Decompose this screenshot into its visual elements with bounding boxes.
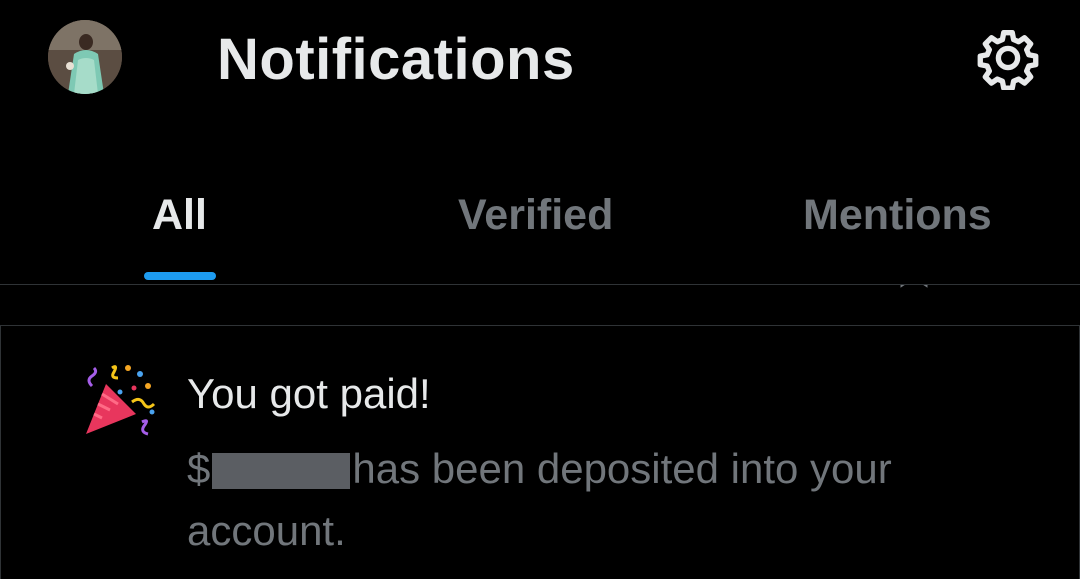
previous-post-actions: [0, 285, 1080, 325]
bookmark-icon: [900, 285, 928, 288]
active-tab-indicator: [144, 272, 216, 280]
notification-tabs: All Verified Mentions: [0, 170, 1080, 284]
left-border: [0, 326, 1, 579]
tab-all[interactable]: All: [152, 188, 207, 242]
party-popper-icon: [86, 365, 156, 436]
page-title: Notifications: [217, 27, 575, 92]
avatar-image: [48, 20, 122, 94]
gear-icon: [977, 30, 1039, 90]
avatar[interactable]: [48, 20, 122, 94]
share-icon: [1000, 285, 1028, 295]
chevron-down-icon: [554, 285, 582, 295]
settings-button[interactable]: [972, 22, 1044, 94]
edit-icon: [370, 285, 398, 295]
tab-verified[interactable]: Verified: [458, 188, 613, 242]
top-bar: Notifications: [0, 0, 1080, 120]
play-icon: [196, 285, 224, 295]
tab-mentions[interactable]: Mentions: [803, 188, 992, 242]
currency-symbol: $: [187, 445, 211, 492]
notification-item[interactable]: You got paid! $ has been deposited into y…: [0, 326, 1080, 579]
redacted-amount: [212, 453, 351, 489]
notification-body: $ has been deposited into your account.: [187, 438, 987, 562]
notification-title: You got paid!: [187, 370, 431, 417]
stats-icon: [722, 285, 750, 295]
